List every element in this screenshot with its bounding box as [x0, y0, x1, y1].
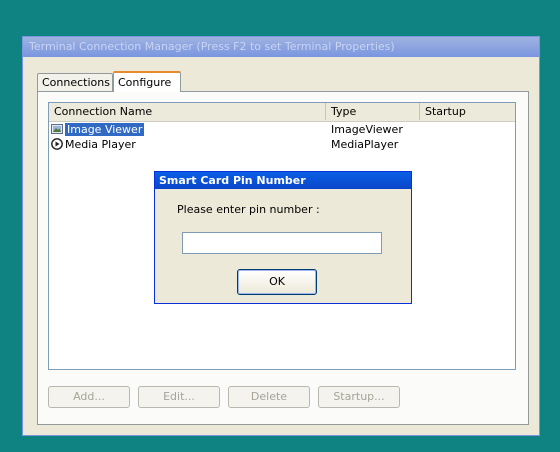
list-item-name-cell: Image Viewer	[51, 122, 145, 137]
window-title: Terminal Connection Manager (Press F2 to…	[23, 37, 539, 57]
pin-prompt-label: Please enter pin number :	[177, 203, 320, 216]
add-button[interactable]: Add...	[48, 386, 130, 408]
delete-button[interactable]: Delete	[228, 386, 310, 408]
ok-button[interactable]: OK	[237, 269, 317, 295]
list-item[interactable]: Media Player MediaPlayer	[49, 137, 515, 152]
smart-card-pin-dialog: Smart Card Pin Number Please enter pin n…	[154, 171, 412, 304]
media-player-icon	[51, 138, 63, 150]
startup-button[interactable]: Startup...	[318, 386, 400, 408]
list-header: Connection Name Type Startup	[49, 103, 515, 122]
tab-connections[interactable]: Connections	[37, 73, 113, 91]
list-item-name: Image Viewer	[65, 123, 145, 136]
column-header-connection-name[interactable]: Connection Name	[49, 103, 326, 120]
list-item-type: MediaPlayer	[331, 138, 399, 151]
dialog-title: Smart Card Pin Number	[155, 172, 411, 189]
list-item-type: ImageViewer	[331, 123, 403, 136]
edit-button[interactable]: Edit...	[138, 386, 220, 408]
column-header-startup[interactable]: Startup	[420, 103, 515, 120]
column-header-type[interactable]: Type	[326, 103, 420, 120]
list-item-name: Media Player	[65, 138, 136, 151]
list-item[interactable]: Image Viewer ImageViewer	[49, 122, 515, 137]
image-viewer-icon	[51, 124, 63, 134]
pin-input[interactable]	[182, 232, 382, 254]
tab-configure[interactable]: Configure	[113, 71, 181, 92]
list-item-name-cell: Media Player	[51, 137, 136, 152]
